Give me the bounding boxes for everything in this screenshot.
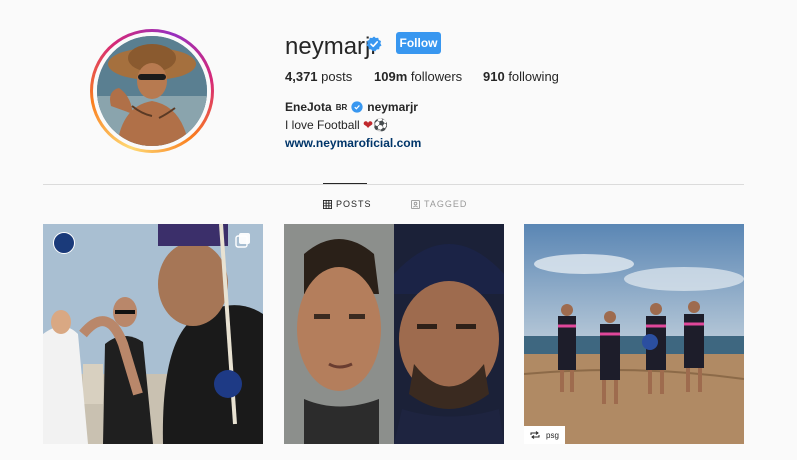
- profile-stats: 4,371 posts 109m followers 910 following: [285, 69, 559, 84]
- avatar[interactable]: [97, 36, 207, 146]
- post-thumbnail[interactable]: psg: [524, 224, 744, 444]
- following-count-stat[interactable]: 910 following: [483, 69, 559, 84]
- post-image: [284, 224, 504, 444]
- posts-count-label: posts: [317, 69, 353, 84]
- posts-count-value: 4,371: [285, 69, 318, 84]
- bio-website-link[interactable]: www.neymaroficial.com: [285, 136, 421, 150]
- tab-posts[interactable]: POSTS: [323, 199, 372, 209]
- post-image: [43, 224, 263, 444]
- follow-button[interactable]: Follow: [396, 32, 441, 54]
- followers-count-value: 109m: [374, 69, 408, 84]
- profile-avatar-ring[interactable]: [90, 29, 214, 153]
- bio-mention-link[interactable]: neymarjr: [367, 100, 418, 114]
- bio-text: I love Football ❤⚽: [285, 118, 388, 132]
- tabs-divider: [43, 184, 744, 185]
- bio-text-content: I love Football: [285, 118, 364, 132]
- post-image: [524, 224, 744, 444]
- bio-display-name: EneJota: [285, 100, 332, 114]
- psg-logo-icon: [53, 232, 75, 254]
- post-thumbnail[interactable]: [43, 224, 263, 444]
- avatar-photo: [97, 36, 207, 146]
- bio-name-line: EneJota BR neymarjr: [285, 100, 418, 114]
- carousel-icon: [235, 233, 250, 248]
- grid-icon: [323, 199, 332, 209]
- soccer-ball-icon: ⚽: [373, 118, 389, 132]
- active-tab-indicator: [323, 183, 367, 184]
- tab-posts-label: POSTS: [336, 199, 372, 209]
- post-tag-label: psg: [546, 430, 559, 440]
- heart-icon: ❤: [363, 118, 374, 132]
- profile-username: neymarjr: [285, 33, 379, 60]
- tab-tagged[interactable]: TAGGED: [411, 199, 467, 209]
- brazil-flag-icon: BR: [335, 102, 348, 112]
- tag-icon: [411, 199, 420, 209]
- followers-count-label: followers: [407, 69, 463, 84]
- post-thumbnail[interactable]: [284, 224, 504, 444]
- followers-count-stat[interactable]: 109m followers: [374, 69, 483, 84]
- verified-badge-icon: [366, 36, 382, 52]
- posts-count-stat: 4,371 posts: [285, 69, 374, 84]
- following-count-label: following: [504, 69, 559, 84]
- tab-tagged-label: TAGGED: [424, 199, 468, 209]
- repost-icon: [530, 431, 540, 439]
- verified-badge-icon: [351, 101, 363, 113]
- post-tag-strip: psg: [524, 426, 565, 444]
- following-count-value: 910: [483, 69, 505, 84]
